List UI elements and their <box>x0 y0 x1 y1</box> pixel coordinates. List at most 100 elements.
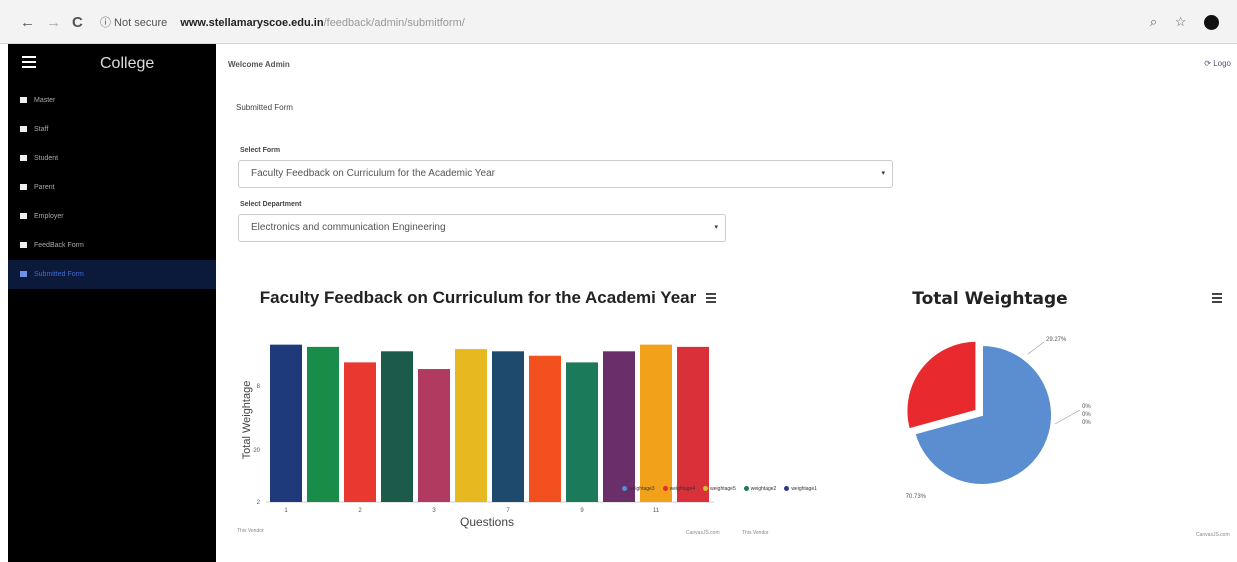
chart-menu-icon[interactable] <box>706 293 716 303</box>
pie-chart-title: Total Weightage <box>912 289 1068 309</box>
legend-item[interactable]: weightage3 <box>622 486 655 492</box>
page-title: Submitted Form <box>236 103 293 112</box>
list-icon <box>20 271 27 277</box>
sidebar-header: College <box>8 44 216 86</box>
legend-label: weightage2 <box>750 486 777 492</box>
sidebar-item-label: Student <box>34 155 59 162</box>
brand-title: College <box>100 55 155 72</box>
pie-slice-label: 0% <box>1082 404 1091 410</box>
bar[interactable] <box>270 344 302 502</box>
sidebar-item-label: Staff <box>34 126 49 133</box>
legend-item[interactable]: weightage4 <box>662 486 696 492</box>
sidebar-item-label: Employer <box>34 213 64 220</box>
sidebar-item-staff[interactable]: Staff <box>8 115 216 144</box>
list-icon <box>20 97 27 103</box>
user-icon <box>20 184 27 190</box>
back-arrow-icon[interactable]: ← <box>20 15 35 30</box>
sidebar-item-submitted-form[interactable]: Submitted Form <box>8 260 216 289</box>
bar[interactable] <box>640 344 672 502</box>
bar-chart-title: Faculty Feedback on Curriculum for the A… <box>259 288 697 307</box>
chevron-down-icon: ▾ <box>714 224 718 231</box>
pie-label-leader <box>1027 341 1045 355</box>
legend-label: weightage1 <box>791 486 817 492</box>
pie-chart-credits-left: This Vendor <box>742 530 769 536</box>
select-department-value: Electronics and communication Engineerin… <box>251 222 446 233</box>
pie-slice-label: 70.73% <box>906 494 927 500</box>
sidebar-item-label: Master <box>34 97 56 104</box>
sidebar-item-label: Submitted Form <box>34 271 84 278</box>
bar[interactable] <box>677 346 709 502</box>
pie-slice[interactable] <box>905 339 978 431</box>
sidebar-item-label: Parent <box>34 184 55 191</box>
sidebar: College Master Staff Student Parent Employer… <box>8 44 216 562</box>
x-tick-label: 9 <box>580 508 584 514</box>
hamburger-menu-icon[interactable] <box>22 56 36 68</box>
sidebar-item-feedback-form[interactable]: FeedBack Form <box>8 231 216 260</box>
bar[interactable] <box>492 351 524 502</box>
graduation-cap-icon <box>20 155 27 161</box>
browser-actions: ⌕ ☆ <box>1136 14 1219 31</box>
legend-color-swatch <box>622 486 627 492</box>
pie-slice-label: 0% <box>1082 412 1091 418</box>
pie-slice-label: 29.27% <box>1046 337 1067 343</box>
pie-chart-credits-right[interactable]: CanvasJS.com <box>1196 532 1230 538</box>
bookmark-star-icon[interactable]: ☆ <box>1175 14 1187 29</box>
legend-label: weightage3 <box>629 486 655 492</box>
bar[interactable] <box>381 351 413 502</box>
sidebar-item-master[interactable]: Master <box>8 86 216 115</box>
select-form-dropdown[interactable]: Faculty Feedback on Curriculum for the A… <box>238 160 893 188</box>
bar-chart: 1 2 3 7 9 11 2 20 8 Total Weightage Questions <box>241 344 714 529</box>
legend-item[interactable]: weightage5 <box>703 486 736 492</box>
bar[interactable] <box>418 369 450 502</box>
x-tick-label: 1 <box>284 508 288 514</box>
x-tick-label: 3 <box>432 508 436 514</box>
bar[interactable] <box>307 346 339 502</box>
chevron-down-icon: ▾ <box>881 170 885 177</box>
legend-label: weightage4 <box>669 486 696 492</box>
bar[interactable] <box>455 349 487 502</box>
y-axis-label: Total Weightage <box>241 381 253 460</box>
reload-icon[interactable]: C <box>72 15 83 30</box>
bar[interactable] <box>566 362 598 502</box>
url-path: /feedback/admin/submitform/ <box>323 17 465 29</box>
search-icon[interactable]: ⌕ <box>1150 14 1157 29</box>
sidebar-item-parent[interactable]: Parent <box>8 173 216 202</box>
legend-item[interactable]: weightage2 <box>743 486 777 492</box>
profile-avatar[interactable] <box>1204 15 1219 31</box>
select-department-label: Select Department <box>240 201 302 208</box>
select-department-dropdown[interactable]: Electronics and communication Engineerin… <box>238 214 726 242</box>
legend-item[interactable]: weightage1 <box>784 486 817 492</box>
legend-label: weightage5 <box>710 486 736 492</box>
y-tick-label: 2 <box>257 500 261 506</box>
legend-color-swatch <box>703 486 709 492</box>
bar[interactable] <box>603 351 635 502</box>
sidebar-item-employer[interactable]: Employer <box>8 202 216 231</box>
address-bar[interactable]: ⓘ Not secure www.stellamaryscoe.edu.in/f… <box>100 14 465 32</box>
select-form-label: Select Form <box>240 147 281 154</box>
welcome-text: Welcome Admin <box>228 60 290 69</box>
pie-label-leader <box>1054 409 1081 425</box>
bar-chart-credits-right[interactable]: CanvasJS.com <box>686 530 720 536</box>
sidebar-item-student[interactable]: Student <box>8 144 216 173</box>
legend-color-swatch <box>784 486 790 492</box>
y-tick-label: 8 <box>257 384 261 390</box>
bar[interactable] <box>529 355 561 502</box>
form-icon <box>20 242 27 248</box>
y-tick-label: 20 <box>253 448 260 454</box>
pie-slice-label: 0% <box>1082 420 1091 426</box>
pie-legend: weightage3 weightage4 weightage5 weightage2… <box>622 486 825 492</box>
security-indicator[interactable]: ⓘ Not secure <box>100 17 167 29</box>
logout-link[interactable]: ⟳ Logo <box>1204 59 1231 68</box>
bar[interactable] <box>344 362 376 502</box>
forward-arrow-icon[interactable]: → <box>46 15 61 30</box>
x-tick-label: 7 <box>506 508 510 514</box>
select-form-value: Faculty Feedback on Curriculum for the A… <box>251 168 496 179</box>
x-tick-label: 11 <box>653 508 660 514</box>
legend-color-swatch <box>662 486 668 492</box>
browser-toolbar: ← → C ⓘ Not secure www.stellamaryscoe.ed… <box>0 0 1237 44</box>
chart-menu-icon[interactable] <box>1212 293 1222 303</box>
user-icon <box>20 126 27 132</box>
url-host: www.stellamaryscoe.edu.in <box>180 17 324 29</box>
sidebar-item-label: FeedBack Form <box>34 242 84 249</box>
sidebar-menu: Master Staff Student Parent Employer FeedBack… <box>8 86 216 289</box>
